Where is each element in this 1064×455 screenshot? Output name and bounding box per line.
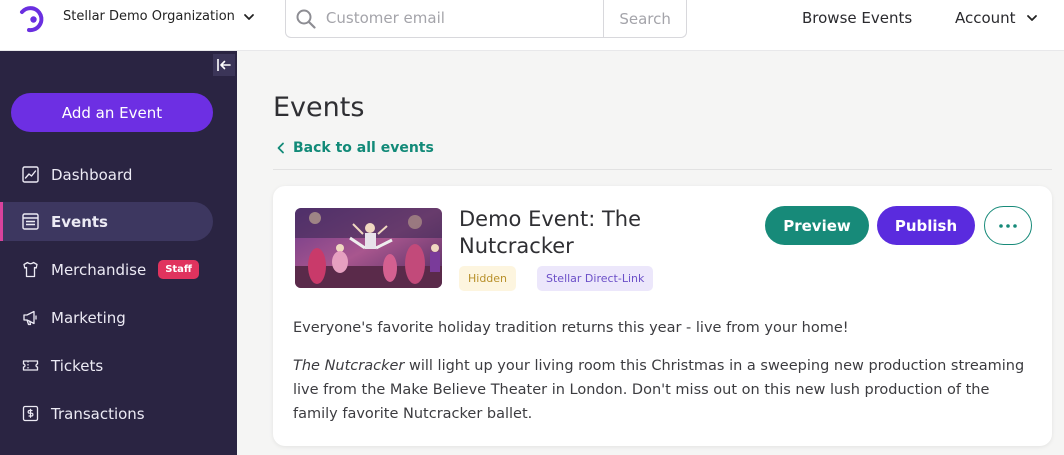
logo-icon[interactable] [16,3,46,33]
org-name: Stellar Demo Organization [63,9,235,24]
account-menu[interactable]: Account [955,9,1038,27]
chevron-down-icon [1026,15,1037,21]
search-button[interactable]: Search [603,0,687,37]
more-options-button[interactable] [984,206,1032,245]
chart-icon [22,166,39,183]
sidebar-item-label: Transactions [51,404,145,423]
event-description-body: The Nutcracker will light up your living… [293,354,1033,426]
sidebar: Add an Event Dashboard Events Merchandis… [0,51,237,455]
sidebar-item-events[interactable]: Events [0,202,213,241]
search-icon [286,0,326,37]
event-title: Demo Event: The Nutcracker [459,207,642,258]
chevron-down-icon [243,13,254,20]
divider [273,169,1052,170]
event-card: Demo Event: The Nutcracker Hidden Stella… [273,186,1052,446]
chevron-left-icon [277,142,284,154]
staff-badge: Staff [158,260,200,279]
nutcracker-image [295,208,442,288]
top-bar: Stellar Demo Organization Search Browse … [0,0,1064,51]
hidden-tag: Hidden [459,266,517,291]
org-switcher[interactable]: Stellar Demo Organization [63,9,255,24]
direct-link-tag: Stellar Direct-Link [537,266,654,291]
back-to-events-link[interactable]: Back to all events [276,140,434,156]
browse-events-link[interactable]: Browse Events [802,9,912,27]
browse-events-label: Browse Events [802,9,913,27]
megaphone-icon [23,310,37,326]
sidebar-item-merchandise[interactable]: Merchandise Staff [0,250,213,289]
account-label: Account [955,9,1016,27]
sidebar-item-dashboard[interactable]: Dashboard [0,155,213,194]
event-name-italic: The Nutcracker [293,358,405,374]
add-event-button[interactable]: Add an Event [11,93,213,132]
customer-email-input[interactable] [325,0,604,36]
sidebar-item-marketing[interactable]: Marketing [0,298,213,337]
preview-button[interactable]: Preview [765,206,869,245]
collapse-sidebar-button[interactable] [213,54,235,76]
receipt-icon [22,405,39,422]
sidebar-item-transactions[interactable]: Transactions [0,394,213,433]
collapse-left-icon [217,59,231,71]
sidebar-item-label: Events [51,212,108,231]
ticket-icon [22,360,39,371]
shirt-icon [23,261,38,278]
sidebar-item-tickets[interactable]: Tickets [0,346,213,385]
ellipsis-icon [999,223,1017,228]
event-thumbnail[interactable] [295,208,442,288]
sidebar-item-label: Merchandise [51,260,147,279]
back-link-label: Back to all events [293,140,434,156]
sidebar-item-label: Dashboard [51,165,133,184]
publish-button[interactable]: Publish [877,206,975,245]
customer-search: Search [285,0,687,38]
sidebar-item-label: Tickets [51,356,104,375]
sidebar-item-label: Marketing [51,308,126,327]
event-description-intro: Everyone's favorite holiday tradition re… [293,320,849,336]
events-icon [22,213,39,230]
page-title: Events [273,92,365,123]
